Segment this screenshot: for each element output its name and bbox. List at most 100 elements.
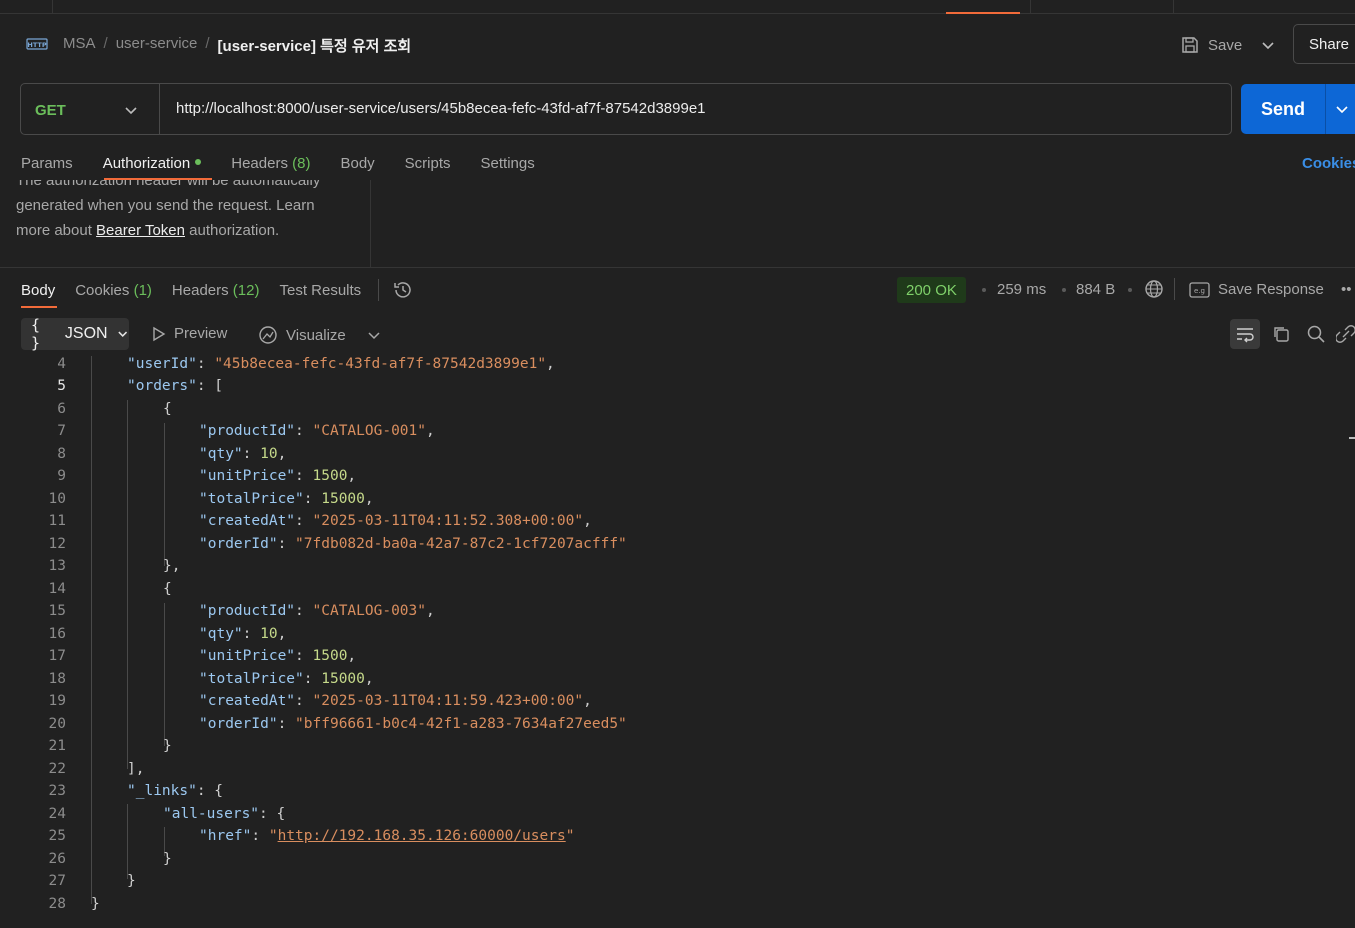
chevron-down-icon[interactable] bbox=[1333, 100, 1351, 118]
code-text: "all-users": { bbox=[163, 806, 285, 822]
visualize-label: Visualize bbox=[286, 326, 346, 344]
json-punct: " bbox=[268, 828, 278, 844]
line-number: 4 bbox=[57, 356, 66, 372]
tab-body[interactable]: Body bbox=[340, 155, 374, 175]
code-text: } bbox=[163, 738, 172, 754]
json-number: 1500 bbox=[312, 468, 348, 484]
link-button[interactable] bbox=[1336, 319, 1355, 349]
code-line: 11 "createdAt": "2025-03-11T04:11:52.308+… bbox=[0, 513, 1355, 535]
share-button[interactable]: Share bbox=[1293, 24, 1355, 64]
code-line: 6{ bbox=[0, 401, 1355, 423]
search-button[interactable] bbox=[1301, 319, 1331, 349]
svg-text:HTTP: HTTP bbox=[27, 41, 46, 49]
tab-authorization[interactable]: Authorization bbox=[103, 155, 202, 175]
save-response-button[interactable]: e.g Save Response bbox=[1189, 281, 1324, 298]
json-punct: , bbox=[546, 356, 555, 372]
code-line: 27} bbox=[0, 873, 1355, 895]
line-number: 19 bbox=[48, 693, 66, 709]
code-line: 14 { bbox=[0, 581, 1355, 603]
send-button[interactable]: Send bbox=[1241, 84, 1355, 134]
link-icon bbox=[1336, 325, 1355, 343]
json-string: "bff96661-b0c4-42f1-a283-7634af27eed5" bbox=[295, 716, 627, 732]
tab-headers[interactable]: Headers (8) bbox=[231, 155, 310, 175]
line-number: 16 bbox=[48, 626, 66, 642]
preview-button[interactable]: Preview bbox=[152, 325, 227, 342]
copy-button[interactable] bbox=[1266, 319, 1296, 349]
line-number: 10 bbox=[48, 491, 66, 507]
line-number: 21 bbox=[48, 738, 66, 754]
json-punct: : bbox=[295, 513, 313, 529]
save-button[interactable]: Save bbox=[1180, 32, 1242, 58]
json-punct: : bbox=[242, 446, 261, 462]
auth-text-fragment: authorization. bbox=[185, 222, 280, 239]
code-line: 25 "href": "http://192.168.35.126:60000/u… bbox=[0, 828, 1355, 850]
format-label: JSON bbox=[64, 325, 108, 342]
status-dot bbox=[195, 159, 202, 166]
breadcrumb-workspace[interactable]: MSA bbox=[63, 35, 96, 56]
more-options-icon[interactable]: •• bbox=[1341, 281, 1352, 298]
url-input[interactable]: http://localhost:8000/user-service/users… bbox=[176, 100, 706, 117]
response-body-viewer[interactable]: 4 "userId": "45b8ecea-fefc-43fd-af7f-8754… bbox=[0, 356, 1355, 928]
wrap-lines-button[interactable] bbox=[1230, 319, 1260, 349]
chevron-down-icon[interactable] bbox=[366, 327, 382, 343]
code-text: "userId": "45b8ecea-fefc-43fd-af7f-87542… bbox=[127, 356, 555, 372]
tab-scripts[interactable]: Scripts bbox=[405, 155, 451, 175]
tab-settings[interactable]: Settings bbox=[481, 155, 535, 175]
tab-response-cookies[interactable]: Cookies (1) bbox=[75, 282, 152, 299]
line-number: 13 bbox=[48, 558, 66, 574]
tab-divider bbox=[52, 0, 53, 14]
bearer-token-link[interactable]: Bearer Token bbox=[96, 222, 185, 239]
tab-response-body[interactable]: Body bbox=[21, 282, 55, 299]
auth-text-line: The authorization header will be automat… bbox=[16, 180, 321, 189]
request-title[interactable]: [user-service] 특정 유저 조회 bbox=[218, 35, 412, 56]
visualize-button[interactable]: Visualize bbox=[258, 325, 346, 345]
code-text: "createdAt": "2025-03-11T04:11:59.423+00… bbox=[199, 693, 592, 709]
code-text: "orderId": "bff96661-b0c4-42f1-a283-7634… bbox=[199, 716, 627, 732]
tab-params[interactable]: Params bbox=[21, 155, 73, 175]
code-line: 19 "createdAt": "2025-03-11T04:11:59.423+… bbox=[0, 693, 1355, 715]
response-time[interactable]: 259 ms bbox=[997, 281, 1046, 298]
code-text: "orderId": "7fdb082d-ba0a-42a7-87c2-1cf7… bbox=[199, 536, 627, 552]
panel-divider[interactable] bbox=[370, 180, 371, 267]
chevron-down-icon bbox=[117, 331, 127, 337]
tab-response-headers-label: Headers bbox=[171, 281, 229, 299]
json-punct: : bbox=[295, 423, 313, 439]
chevron-down-icon[interactable] bbox=[1259, 36, 1277, 54]
tab-test-results[interactable]: Test Results bbox=[279, 282, 361, 299]
method-label: GET bbox=[35, 102, 66, 119]
code-text: "totalPrice": 15000, bbox=[199, 491, 374, 507]
authorization-panel: The authorization header will be automat… bbox=[0, 180, 1355, 268]
json-string: "CATALOG-003" bbox=[312, 603, 427, 619]
status-badge[interactable]: 200 OK bbox=[897, 277, 966, 303]
response-size[interactable]: 884 B bbox=[1076, 281, 1115, 298]
meta-separator bbox=[1128, 288, 1132, 292]
tab-response-headers[interactable]: Headers (12) bbox=[172, 282, 260, 299]
example-icon: e.g bbox=[1189, 281, 1210, 298]
json-key: "qty" bbox=[199, 446, 243, 462]
history-icon[interactable] bbox=[392, 279, 414, 301]
code-text: "href": "http://192.168.35.126:60000/use… bbox=[199, 828, 574, 844]
method-select[interactable]: GET bbox=[21, 84, 160, 134]
request-tabs: Params Authorization Headers (8) Body Sc… bbox=[21, 155, 565, 175]
code-line: 13}, bbox=[0, 558, 1355, 580]
json-punct: : bbox=[295, 693, 313, 709]
json-key: "unitPrice" bbox=[199, 648, 296, 664]
scrollbar-marker[interactable] bbox=[1349, 437, 1355, 439]
line-number: 14 bbox=[48, 581, 66, 597]
line-number: 28 bbox=[48, 896, 66, 912]
cookies-link[interactable]: Cookies bbox=[1302, 155, 1355, 172]
globe-icon[interactable] bbox=[1144, 279, 1164, 299]
breadcrumb-separator: / bbox=[103, 35, 108, 52]
code-text: } bbox=[91, 896, 100, 912]
json-punct: , bbox=[277, 626, 287, 642]
code-text: "createdAt": "2025-03-11T04:11:52.308+00… bbox=[199, 513, 592, 529]
code-text: ], bbox=[127, 761, 145, 777]
http-request-icon: HTTP bbox=[26, 38, 48, 50]
breadcrumb-collection[interactable]: user-service bbox=[116, 35, 198, 56]
code-line: 28} bbox=[0, 896, 1355, 918]
json-key: "orderId" bbox=[199, 536, 278, 552]
href-link[interactable]: http://192.168.35.126:60000/users bbox=[278, 828, 566, 844]
json-punct: , bbox=[364, 671, 374, 687]
format-dropdown[interactable]: { } JSON bbox=[21, 316, 129, 352]
code-text: }, bbox=[163, 558, 181, 574]
